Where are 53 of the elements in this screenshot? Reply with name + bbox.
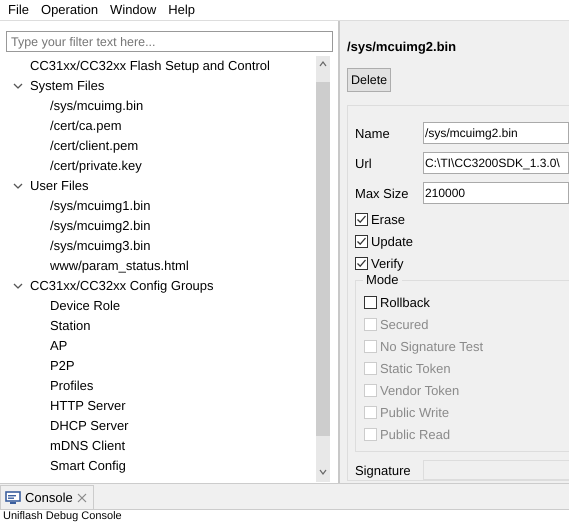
tree-item[interactable]: www/param_status.html xyxy=(50,256,189,276)
console-title: Uniflash Debug Console xyxy=(0,509,569,522)
tree-item[interactable]: P2P xyxy=(50,356,75,376)
close-icon[interactable] xyxy=(76,492,87,502)
menu-item[interactable]: Help xyxy=(162,0,202,20)
tree-item[interactable]: CC31xx/CC32xx Flash Setup and Control xyxy=(30,56,270,76)
checkbox: Static Token xyxy=(364,357,569,380)
menu-item[interactable]: File xyxy=(2,0,35,20)
tree-item[interactable]: /cert/ca.pem xyxy=(50,116,122,136)
checkbox[interactable]: Verify xyxy=(355,252,569,274)
tree-item[interactable]: /sys/mcuimg3.bin xyxy=(50,236,150,256)
checkmark-icon xyxy=(356,236,367,247)
tree-item[interactable]: /cert/private.key xyxy=(50,156,142,176)
delete-button[interactable]: Delete xyxy=(347,68,392,92)
checkbox[interactable]: Update xyxy=(355,230,569,252)
checkbox: Public Read xyxy=(364,423,569,446)
console-tab[interactable]: Console xyxy=(0,485,94,509)
tree-item[interactable]: Profiles xyxy=(50,376,94,396)
monitor-icon xyxy=(5,490,21,504)
text-field[interactable]: C:\TI\CC3200SDK_1.3.0\ xyxy=(423,152,569,174)
field-label: Url xyxy=(355,154,373,172)
tree-item[interactable]: mDNS Client xyxy=(50,436,126,456)
checkbox: Secured xyxy=(364,313,569,336)
field-label: Name xyxy=(355,124,391,142)
tree-item[interactable]: Station xyxy=(50,316,90,336)
tree-item[interactable]: /cert/client.pem xyxy=(50,136,138,156)
field-label: Max Size xyxy=(355,184,410,202)
filter-field[interactable]: Type your filter text here... xyxy=(6,31,333,52)
menu-item[interactable]: Window xyxy=(104,0,162,20)
menu-item[interactable]: Operation xyxy=(34,0,104,20)
tree-item[interactable]: /sys/mcuimg2.bin xyxy=(50,216,150,236)
scroll-bar[interactable] xyxy=(316,56,330,482)
tree-item[interactable]: Device Role xyxy=(50,296,120,316)
checkbox[interactable]: Rollback xyxy=(364,291,569,314)
tree-item[interactable]: /sys/mcuimg.bin xyxy=(50,96,144,116)
checkbox: Vendor Token xyxy=(364,379,569,402)
tree-item[interactable]: CC31xx/CC32xx Config Groups xyxy=(30,276,214,296)
tree-item[interactable]: /sys/mcuimg1.bin xyxy=(50,196,150,216)
tree-item[interactable]: System Files xyxy=(30,76,104,96)
tree-item[interactable]: HTTP Server xyxy=(50,396,126,416)
checkmark-icon xyxy=(356,214,367,225)
tree-item[interactable]: User Files xyxy=(30,176,89,196)
checkmark-icon xyxy=(356,258,367,269)
tree-item[interactable]: Smart Config xyxy=(50,456,126,476)
checkbox: Public Write xyxy=(364,401,569,424)
field-label: Signature xyxy=(355,462,411,480)
tree-item[interactable]: DHCP Server xyxy=(50,416,129,436)
tree-item[interactable]: AP xyxy=(50,336,68,356)
checkbox: No Signature Test xyxy=(364,335,569,358)
text-field[interactable]: /sys/mcuimg2.bin xyxy=(423,122,569,144)
checkbox[interactable]: Erase xyxy=(355,208,569,230)
text-field[interactable]: 210000 xyxy=(423,182,569,204)
detail-title: /sys/mcuimg2.bin xyxy=(347,38,458,56)
